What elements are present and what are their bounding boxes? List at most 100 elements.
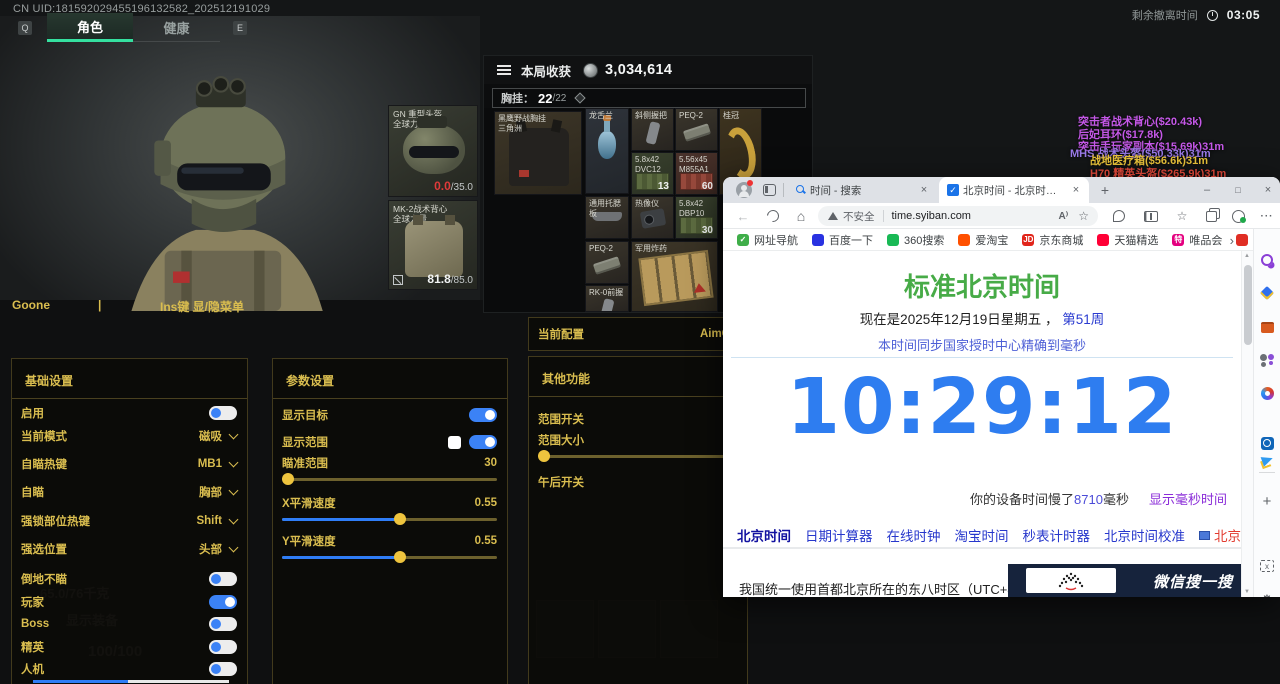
home-button[interactable] — [793, 208, 809, 224]
inventory-item[interactable]: PEQ-2 — [585, 241, 629, 284]
inventory-item[interactable]: 通用托腮板 — [585, 196, 629, 239]
toggle-switch[interactable] — [469, 435, 497, 449]
toggle-switch[interactable] — [209, 595, 237, 609]
slider-track[interactable] — [282, 473, 497, 485]
tab-close-icon[interactable] — [1069, 183, 1083, 197]
dropdown[interactable]: 头部 — [199, 541, 237, 557]
bookmark-favicon — [812, 234, 824, 246]
dropdown[interactable]: 磁吸 — [199, 428, 237, 444]
site-nav-link[interactable]: 在线时钟 — [887, 525, 941, 545]
sync-helper-link[interactable]: 北京时间同步助手 — [1199, 525, 1241, 545]
inventory-item[interactable]: 军用炸药 — [631, 241, 718, 312]
bookmark-item[interactable]: 百度一下 — [812, 232, 873, 248]
toolbox-icon[interactable] — [1259, 319, 1275, 335]
inventory-item[interactable]: 斜侧握把 — [631, 108, 674, 151]
add-icon[interactable] — [1259, 493, 1275, 509]
screenshot-icon[interactable] — [1260, 560, 1274, 572]
bookmark-item[interactable]: ✓网址导航 — [737, 232, 798, 248]
inventory-item[interactable]: RK-0前握 — [585, 285, 629, 312]
toggle-switch[interactable] — [209, 406, 237, 420]
read-aloud-icon[interactable] — [1059, 211, 1069, 222]
bookmarks-overflow-chevron[interactable] — [1230, 233, 1234, 248]
browser-tab-search[interactable]: 时间 - 搜索 — [787, 177, 937, 203]
equipped-vest-card[interactable]: MK-2战术背心全球力量 81.8/85.0 — [388, 200, 478, 290]
config-row[interactable]: 当前配置 AimCF — [529, 318, 747, 350]
page-scrollbar[interactable] — [1241, 251, 1253, 597]
inventory-item[interactable]: 黑鹰野战胸挂 三角洲 — [494, 111, 582, 195]
dropdown[interactable]: MB1 — [198, 458, 237, 470]
checkbox[interactable] — [448, 436, 461, 449]
settings-more-icon[interactable] — [1259, 208, 1275, 224]
tab-preview-icon[interactable] — [763, 184, 776, 196]
tab-health[interactable]: 健康 — [133, 13, 220, 42]
site-nav-link[interactable]: 北京时间校准 — [1104, 525, 1185, 545]
favorite-star-icon[interactable] — [1078, 209, 1089, 223]
site-nav-link[interactable]: 淘宝时间 — [955, 525, 1009, 545]
drop-icon[interactable] — [1259, 452, 1275, 468]
shopping-icon[interactable] — [1259, 285, 1275, 301]
bookmark-item[interactable]: 特唯品会 — [1172, 232, 1222, 248]
toggle-switch[interactable] — [209, 617, 237, 631]
browser-tab-strip: 时间 - 搜索 北京时间 - 北京时间校准精确到.. — [723, 177, 1280, 203]
week-link[interactable]: 第51周 — [1062, 312, 1104, 327]
slider-track[interactable] — [282, 551, 497, 563]
tab-character[interactable]: 角色 — [47, 13, 133, 42]
window-minimize-button[interactable] — [1198, 182, 1216, 198]
inventory-item[interactable]: 5.56x45 M855A160 — [675, 152, 718, 195]
site-nav-link[interactable]: 日期计算器 — [805, 525, 873, 545]
slider-knob[interactable] — [282, 473, 294, 485]
slider-track[interactable] — [538, 450, 737, 462]
new-tab-button[interactable] — [1097, 182, 1113, 198]
window-maximize-button[interactable] — [1229, 182, 1247, 198]
sync-note-link[interactable]: 本时间同步国家授时中心精确到毫秒 — [723, 335, 1241, 354]
scroll-up-arrow[interactable] — [1244, 253, 1250, 259]
inventory-item[interactable]: 龙舌兰 — [585, 108, 629, 194]
refresh-button[interactable] — [765, 208, 781, 224]
slider-knob[interactable] — [394, 551, 406, 563]
search-icon[interactable] — [1259, 252, 1275, 268]
max-distance-slider[interactable] — [33, 680, 229, 683]
bookmark-item[interactable]: JD京东商城 — [1022, 232, 1083, 248]
show-ms-link[interactable]: 显示毫秒时间 — [1149, 489, 1227, 508]
site-nav-link[interactable]: 秒表计时器 — [1023, 525, 1091, 545]
inventory-item[interactable]: 5.8x42 DBP1030 — [675, 196, 718, 239]
item-name: 5.8x42 DBP10 — [679, 199, 715, 218]
dropdown[interactable]: 胸部 — [199, 484, 237, 500]
item-name: 斜侧握把 — [635, 111, 671, 121]
menu-icon[interactable] — [497, 65, 511, 75]
dropdown[interactable]: Shift — [196, 515, 237, 527]
m365-icon[interactable] — [1259, 385, 1275, 401]
clock-icon — [1207, 10, 1218, 21]
site-nav-link[interactable]: 北京时间 — [737, 525, 791, 545]
back-button[interactable] — [735, 208, 751, 224]
favorites-icon[interactable] — [1174, 208, 1190, 224]
scrollbar-thumb[interactable] — [1244, 265, 1252, 345]
bookmark-item[interactable]: 爱淘宝 — [958, 232, 1008, 248]
toggle-switch[interactable] — [209, 662, 237, 676]
address-bar[interactable]: 不安全 time.syiban.com — [818, 206, 1098, 226]
browser-tab-beijing-time[interactable]: 北京时间 - 北京时间校准精确到.. — [939, 177, 1089, 203]
tab-close-icon[interactable] — [917, 183, 931, 197]
slider-knob[interactable] — [538, 450, 550, 462]
window-close-button[interactable] — [1259, 182, 1277, 198]
browser-essentials-icon[interactable] — [1111, 208, 1127, 224]
slider-track[interactable] — [282, 513, 497, 525]
people-icon[interactable] — [1259, 352, 1275, 368]
split-screen-icon[interactable] — [1143, 208, 1159, 224]
bookmark-item[interactable]: 天猫精选 — [1097, 232, 1158, 248]
web-capture-icon[interactable] — [1230, 208, 1246, 224]
cheat-name: Goone — [12, 298, 50, 312]
toggle-switch[interactable] — [209, 640, 237, 654]
inventory-item[interactable]: 热像仪 — [631, 196, 674, 239]
bookmark-item[interactable]: 360搜索 — [887, 232, 944, 248]
inventory-item[interactable]: 5.8x42 DVC1213 — [631, 152, 674, 195]
outlook-icon[interactable] — [1259, 435, 1275, 451]
settings-icon[interactable] — [1259, 592, 1275, 597]
toggle-switch[interactable] — [469, 408, 497, 422]
collections-icon[interactable] — [1203, 208, 1219, 224]
equipped-helmet-card[interactable]: GN 重型头盔全球力量 0.0/35.0 — [388, 105, 478, 197]
inventory-item[interactable]: PEQ-2 — [675, 108, 718, 151]
slider-knob[interactable] — [394, 513, 406, 525]
scroll-down-arrow[interactable] — [1244, 589, 1250, 595]
toggle-switch[interactable] — [209, 572, 237, 586]
